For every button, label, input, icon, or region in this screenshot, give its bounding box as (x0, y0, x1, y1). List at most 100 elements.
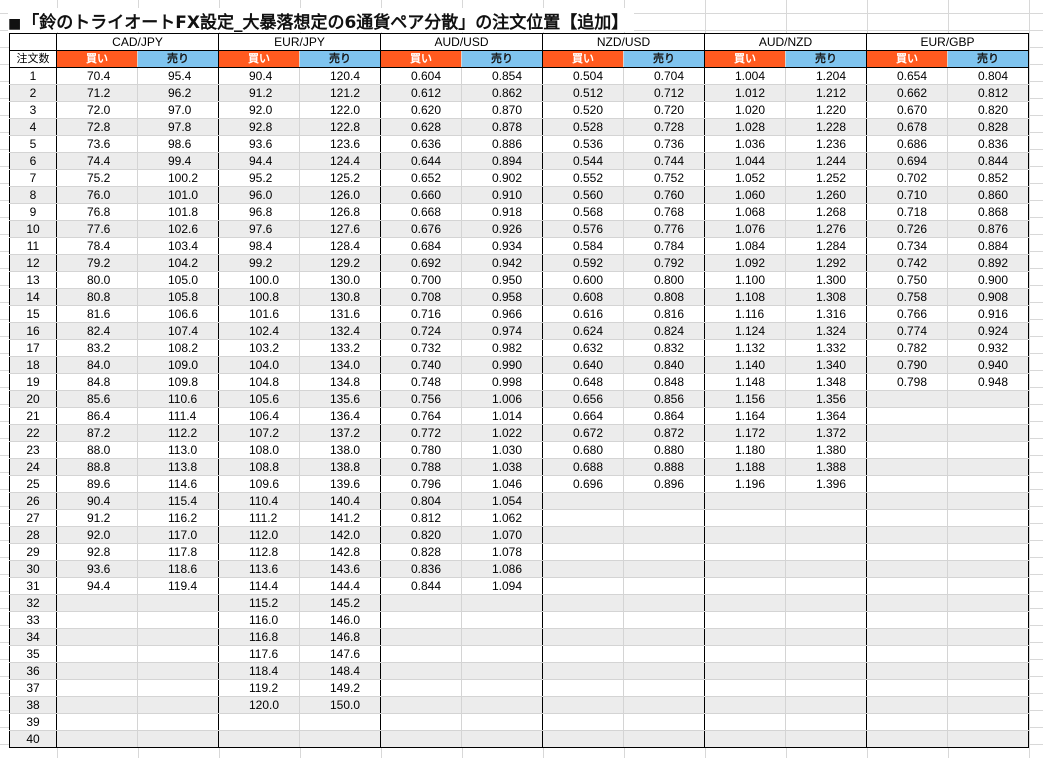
buy-price-cell[interactable]: 117.6 (218, 645, 300, 663)
sell-price-cell[interactable] (623, 662, 705, 680)
sell-price-cell[interactable]: 1.380 (785, 441, 867, 459)
buy-price-cell[interactable]: 109.6 (218, 475, 300, 493)
buy-price-cell[interactable]: 0.772 (380, 424, 462, 442)
sell-price-cell[interactable]: 0.950 (461, 271, 543, 289)
sell-price-cell[interactable]: 0.900 (947, 271, 1029, 289)
buy-price-cell[interactable] (866, 509, 948, 527)
buy-price-cell[interactable]: 0.620 (380, 101, 462, 119)
sell-price-cell[interactable]: 99.4 (137, 152, 219, 170)
sell-price-cell[interactable]: 0.862 (461, 84, 543, 102)
buy-price-cell[interactable] (704, 730, 786, 748)
sell-price-cell[interactable]: 1.292 (785, 254, 867, 272)
sell-price-cell[interactable]: 130.8 (299, 288, 381, 306)
buy-price-cell[interactable] (704, 713, 786, 731)
buy-price-cell[interactable]: 92.8 (56, 543, 138, 561)
buy-price-cell[interactable] (704, 509, 786, 527)
sell-price-cell[interactable] (947, 696, 1029, 714)
buy-price-cell[interactable] (56, 730, 138, 748)
sell-price-cell[interactable]: 109.0 (137, 356, 219, 374)
buy-price-cell[interactable]: 81.6 (56, 305, 138, 323)
buy-price-cell[interactable] (866, 560, 948, 578)
sell-price-cell[interactable]: 1.324 (785, 322, 867, 340)
sell-price-cell[interactable]: 114.6 (137, 475, 219, 493)
buy-price-cell[interactable] (542, 662, 624, 680)
buy-price-cell[interactable]: 0.536 (542, 135, 624, 153)
buy-price-cell[interactable] (542, 628, 624, 646)
sell-price-cell[interactable] (947, 577, 1029, 595)
sell-price-cell[interactable]: 1.086 (461, 560, 543, 578)
sell-price-cell[interactable]: 0.808 (623, 288, 705, 306)
sell-price-cell[interactable] (947, 628, 1029, 646)
buy-price-cell[interactable]: 0.686 (866, 135, 948, 153)
sell-price-cell[interactable]: 98.6 (137, 135, 219, 153)
buy-price-cell[interactable]: 82.4 (56, 322, 138, 340)
order-number-cell[interactable]: 24 (9, 458, 57, 476)
buy-price-cell[interactable]: 1.108 (704, 288, 786, 306)
sell-price-cell[interactable]: 1.308 (785, 288, 867, 306)
order-number-cell[interactable]: 25 (9, 475, 57, 493)
sell-price-cell[interactable] (785, 543, 867, 561)
sell-price-cell[interactable]: 0.768 (623, 203, 705, 221)
buy-price-cell[interactable]: 0.692 (380, 254, 462, 272)
sell-price-cell[interactable]: 0.752 (623, 169, 705, 187)
sell-price-cell[interactable] (785, 611, 867, 629)
buy-price-cell[interactable]: 0.740 (380, 356, 462, 374)
sell-header[interactable]: 売り (299, 50, 381, 68)
sell-price-cell[interactable]: 0.916 (947, 305, 1029, 323)
order-number-cell[interactable]: 9 (9, 203, 57, 221)
sell-price-cell[interactable]: 0.836 (947, 135, 1029, 153)
buy-price-cell[interactable] (866, 662, 948, 680)
buy-price-cell[interactable] (866, 577, 948, 595)
sell-price-cell[interactable] (785, 628, 867, 646)
sell-price-cell[interactable]: 0.932 (947, 339, 1029, 357)
sell-price-cell[interactable]: 0.744 (623, 152, 705, 170)
buy-price-cell[interactable]: 100.0 (218, 271, 300, 289)
sell-price-cell[interactable]: 0.712 (623, 84, 705, 102)
buy-price-cell[interactable] (380, 679, 462, 697)
sell-price-cell[interactable]: 1.204 (785, 67, 867, 85)
sell-price-cell[interactable] (461, 645, 543, 663)
order-number-cell[interactable]: 38 (9, 696, 57, 714)
sell-price-cell[interactable] (947, 526, 1029, 544)
sell-header[interactable]: 売り (623, 50, 705, 68)
buy-price-cell[interactable] (56, 628, 138, 646)
sell-price-cell[interactable] (785, 662, 867, 680)
buy-price-cell[interactable] (866, 407, 948, 425)
buy-price-cell[interactable]: 0.718 (866, 203, 948, 221)
sell-price-cell[interactable] (623, 543, 705, 561)
sell-price-cell[interactable]: 1.244 (785, 152, 867, 170)
sell-price-cell[interactable]: 0.736 (623, 135, 705, 153)
buy-price-cell[interactable] (704, 611, 786, 629)
buy-price-cell[interactable]: 0.696 (542, 475, 624, 493)
order-number-cell[interactable]: 17 (9, 339, 57, 357)
sell-price-cell[interactable]: 1.078 (461, 543, 543, 561)
buy-price-cell[interactable] (56, 679, 138, 697)
buy-price-cell[interactable]: 113.6 (218, 560, 300, 578)
sell-price-cell[interactable]: 139.6 (299, 475, 381, 493)
buy-price-cell[interactable]: 0.710 (866, 186, 948, 204)
sell-price-cell[interactable]: 1.300 (785, 271, 867, 289)
buy-price-cell[interactable]: 0.764 (380, 407, 462, 425)
buy-header[interactable]: 買い (704, 50, 786, 68)
buy-price-cell[interactable]: 102.4 (218, 322, 300, 340)
sell-price-cell[interactable]: 105.0 (137, 271, 219, 289)
buy-price-cell[interactable]: 0.656 (542, 390, 624, 408)
buy-price-cell[interactable] (542, 611, 624, 629)
buy-price-cell[interactable]: 87.2 (56, 424, 138, 442)
sell-price-cell[interactable]: 137.2 (299, 424, 381, 442)
buy-price-cell[interactable]: 0.568 (542, 203, 624, 221)
buy-price-cell[interactable]: 0.672 (542, 424, 624, 442)
sell-price-cell[interactable]: 138.8 (299, 458, 381, 476)
pair-header-eur-gbp[interactable]: EUR/GBP (866, 33, 1029, 51)
buy-price-cell[interactable]: 0.758 (866, 288, 948, 306)
sell-price-cell[interactable]: 138.0 (299, 441, 381, 459)
sell-price-cell[interactable] (623, 492, 705, 510)
sell-price-cell[interactable]: 0.902 (461, 169, 543, 187)
buy-price-cell[interactable] (704, 679, 786, 697)
order-number-cell[interactable]: 16 (9, 322, 57, 340)
buy-price-cell[interactable] (866, 492, 948, 510)
sell-price-cell[interactable]: 145.2 (299, 594, 381, 612)
sell-price-cell[interactable]: 0.760 (623, 186, 705, 204)
sell-price-cell[interactable]: 0.880 (623, 441, 705, 459)
sell-price-cell[interactable]: 120.4 (299, 67, 381, 85)
